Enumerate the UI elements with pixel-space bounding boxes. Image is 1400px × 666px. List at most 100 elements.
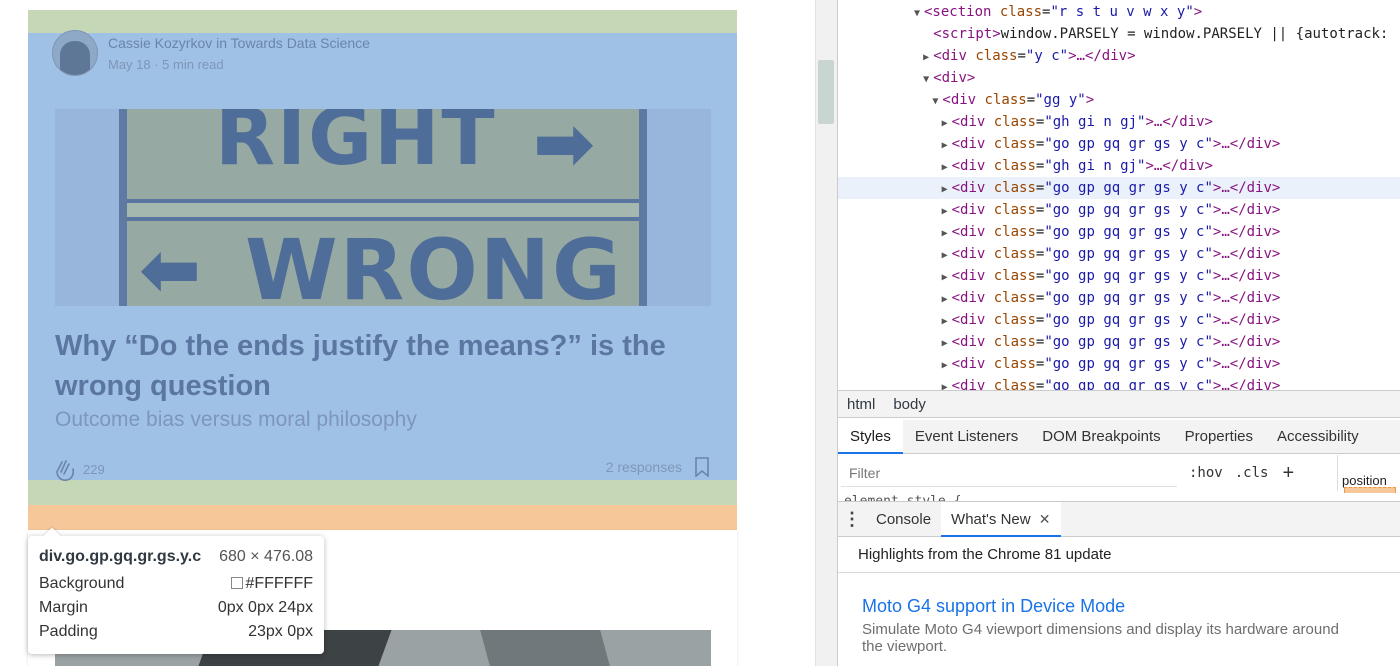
new-style-rule-button[interactable]: + bbox=[1282, 462, 1294, 485]
collapse-triangle-icon[interactable]: ▶ bbox=[938, 135, 952, 157]
cls-toggle[interactable]: .cls bbox=[1235, 465, 1269, 481]
collapse-triangle-icon[interactable]: ▶ bbox=[938, 333, 952, 355]
dom-node-row[interactable]: ▶ <div class="go gp gq gr gs y c">…</div> bbox=[838, 309, 1400, 331]
dom-node-tail: …</div> bbox=[1221, 290, 1281, 306]
dom-attr-name: class bbox=[985, 158, 1036, 174]
page-viewport[interactable]: Cassie Kozyrkov in Towards Data Science … bbox=[0, 0, 815, 666]
collapse-triangle-icon[interactable]: ▶ bbox=[938, 157, 952, 179]
drawer-tab-console[interactable]: Console bbox=[866, 502, 941, 537]
dom-attr-name: class bbox=[985, 114, 1036, 130]
dom-node-row[interactable]: ▶ <div class="go gp gq gr gs y c">…</div> bbox=[838, 265, 1400, 287]
tab-properties[interactable]: Properties bbox=[1173, 420, 1265, 454]
hero-word-right: RIGHT bbox=[215, 109, 497, 183]
dom-attr-name: class bbox=[985, 180, 1036, 196]
dom-attr-name: class bbox=[985, 246, 1036, 262]
expand-triangle-icon[interactable]: ▼ bbox=[919, 69, 933, 91]
dom-tag-open: <script bbox=[933, 26, 993, 42]
clap-count: 229 bbox=[83, 462, 105, 477]
collapse-triangle-icon[interactable]: ▶ bbox=[938, 377, 952, 390]
collapse-triangle-icon[interactable]: ▶ bbox=[938, 245, 952, 267]
dom-node-row[interactable]: <script>window.PARSELY = window.PARSELY … bbox=[838, 23, 1400, 45]
styles-filter-input[interactable] bbox=[841, 459, 1177, 487]
dom-node-row[interactable]: ▶ <div class="gh gi n gj">…</div> bbox=[838, 111, 1400, 133]
elements-dom-tree[interactable]: ▼ <section class="r s t u v w x y"> <scrip… bbox=[838, 0, 1400, 390]
article-subtitle[interactable]: Outcome bias versus moral philosophy bbox=[55, 408, 417, 432]
more-tools-icon[interactable]: ⋮ bbox=[838, 509, 866, 530]
hov-toggle[interactable]: :hov bbox=[1189, 465, 1223, 481]
clap-icon[interactable] bbox=[52, 456, 78, 482]
breadcrumb-html[interactable]: html bbox=[838, 396, 884, 413]
collapse-triangle-icon[interactable]: ▶ bbox=[938, 311, 952, 333]
dom-attr-value: "go gp gq gr gs y c" bbox=[1044, 136, 1213, 152]
dom-node-row[interactable]: ▶ <div class="go gp gq gr gs y c">…</div> bbox=[838, 221, 1400, 243]
dom-node-tail: …</div> bbox=[1153, 114, 1213, 130]
dom-node-row[interactable]: ▶ <div class="go gp gq gr gs y c">…</div> bbox=[838, 331, 1400, 353]
whats-new-header: Highlights from the Chrome 81 update bbox=[838, 537, 1400, 573]
expand-triangle-icon[interactable]: ▼ bbox=[910, 3, 924, 25]
dom-node-tail: …</div> bbox=[1221, 356, 1281, 372]
dom-node-row[interactable]: ▼ <div class="gg y"> bbox=[838, 89, 1400, 111]
tab-event-listeners[interactable]: Event Listeners bbox=[903, 420, 1030, 454]
bookmark-icon[interactable] bbox=[694, 457, 710, 477]
dom-node-tail: …</div> bbox=[1221, 180, 1281, 196]
dom-node-row[interactable]: ▶ <div class="y c">…</div> bbox=[838, 45, 1400, 67]
tooltip-row-label: Padding bbox=[39, 623, 98, 640]
collapse-triangle-icon[interactable]: ▶ bbox=[938, 113, 952, 135]
collapse-triangle-icon[interactable]: ▶ bbox=[938, 289, 952, 311]
drawer-tab-whats-new[interactable]: What's New ✕ bbox=[941, 501, 1061, 537]
responses-link[interactable]: 2 responses bbox=[606, 459, 682, 475]
dom-node-row[interactable]: ▶ <div class="go gp gq gr gs y c">…</div> bbox=[838, 177, 1400, 199]
dom-node-row[interactable]: ▶ <div class="go gp gq gr gs y c">…</div> bbox=[838, 353, 1400, 375]
whats-new-item-title[interactable]: Moto G4 support in Device Mode bbox=[862, 596, 1125, 617]
close-icon[interactable]: ✕ bbox=[1039, 511, 1051, 527]
dom-tag-open: <div bbox=[951, 136, 986, 152]
collapse-triangle-icon[interactable]: ▶ bbox=[938, 267, 952, 289]
dom-node-row[interactable]: ▶ <div class="go gp gq gr gs y c">…</div> bbox=[838, 287, 1400, 309]
collapse-triangle-icon[interactable]: ▶ bbox=[938, 201, 952, 223]
expand-triangle-icon[interactable]: ▼ bbox=[928, 91, 942, 113]
dom-node-row[interactable]: ▼ <div> bbox=[838, 67, 1400, 89]
dom-node-row[interactable]: ▼ <section class="r s t u v w x y"> bbox=[838, 1, 1400, 23]
article-title[interactable]: Why “Do the ends justify the means?” is … bbox=[55, 326, 695, 406]
author-line[interactable]: Cassie Kozyrkov in Towards Data Science bbox=[108, 35, 370, 51]
author-avatar[interactable] bbox=[52, 30, 98, 76]
page-scrollbar-thumb[interactable] bbox=[818, 60, 834, 124]
collapse-triangle-icon[interactable]: ▶ bbox=[938, 355, 952, 377]
tab-dom-breakpoints[interactable]: DOM Breakpoints bbox=[1030, 420, 1172, 454]
tab-accessibility[interactable]: Accessibility bbox=[1265, 420, 1371, 454]
inspector-tooltip: div.go.gp.gq.gr.gs.y.c 680 × 476.08 Back… bbox=[28, 536, 324, 654]
dom-attr-value: "go gp gq gr gs y c" bbox=[1044, 180, 1213, 196]
dom-node-row[interactable]: ▶ <div class="go gp gq gr gs y c">…</div> bbox=[838, 243, 1400, 265]
dom-node-row[interactable]: ▶ <div class="go gp gq gr gs y c">…</div> bbox=[838, 375, 1400, 390]
arrow-left-icon: ⬅ bbox=[139, 227, 202, 306]
dom-attr-value: "gh gi n gj" bbox=[1044, 158, 1146, 174]
dom-node-row[interactable]: ▶ <div class="go gp gq gr gs y c">…</div> bbox=[838, 199, 1400, 221]
dom-attr-value: "go gp gq gr gs y c" bbox=[1044, 246, 1213, 262]
dom-tag-open: <div bbox=[951, 378, 986, 390]
collapse-triangle-icon[interactable]: ▶ bbox=[919, 47, 933, 69]
author-meta: Cassie Kozyrkov in Towards Data Science … bbox=[108, 35, 370, 72]
styles-rule-peek: element.style { bbox=[838, 491, 1400, 501]
dom-attr-name: class bbox=[985, 202, 1036, 218]
tooltip-row-value: #FFFFFF bbox=[245, 575, 313, 592]
dom-node-row[interactable]: ▶ <div class="gh gi n gj">…</div> bbox=[838, 155, 1400, 177]
dom-attr-value: "go gp gq gr gs y c" bbox=[1044, 202, 1213, 218]
dom-attr-name: class bbox=[985, 136, 1036, 152]
hero-image[interactable]: RIGHT ➡ ⬅ WRONG bbox=[55, 109, 711, 306]
padding-highlight-bottom bbox=[28, 480, 737, 505]
dom-tag-open: <div bbox=[951, 114, 986, 130]
dom-attr-name: class bbox=[991, 4, 1043, 20]
dom-attr-value: "go gp gq gr gs y c" bbox=[1044, 268, 1213, 284]
dom-attr-name: class bbox=[985, 312, 1036, 328]
dom-attr-name: class bbox=[985, 290, 1036, 306]
collapse-triangle-icon[interactable]: ▶ bbox=[938, 223, 952, 245]
breadcrumb-body[interactable]: body bbox=[884, 396, 935, 413]
devtools-panel: ▼ <section class="r s t u v w x y"> <scrip… bbox=[837, 0, 1400, 666]
dom-attr-name: class bbox=[985, 268, 1036, 284]
dom-node-row[interactable]: ▶ <div class="go gp gq gr gs y c">…</div> bbox=[838, 133, 1400, 155]
collapse-triangle-icon[interactable]: ▶ bbox=[938, 179, 952, 201]
dom-tag-open: <div bbox=[951, 202, 986, 218]
dom-node-tail: …</div> bbox=[1221, 378, 1281, 390]
tab-styles[interactable]: Styles bbox=[838, 419, 903, 454]
whats-new-body: Moto G4 support in Device Mode Simulate … bbox=[838, 574, 1400, 666]
